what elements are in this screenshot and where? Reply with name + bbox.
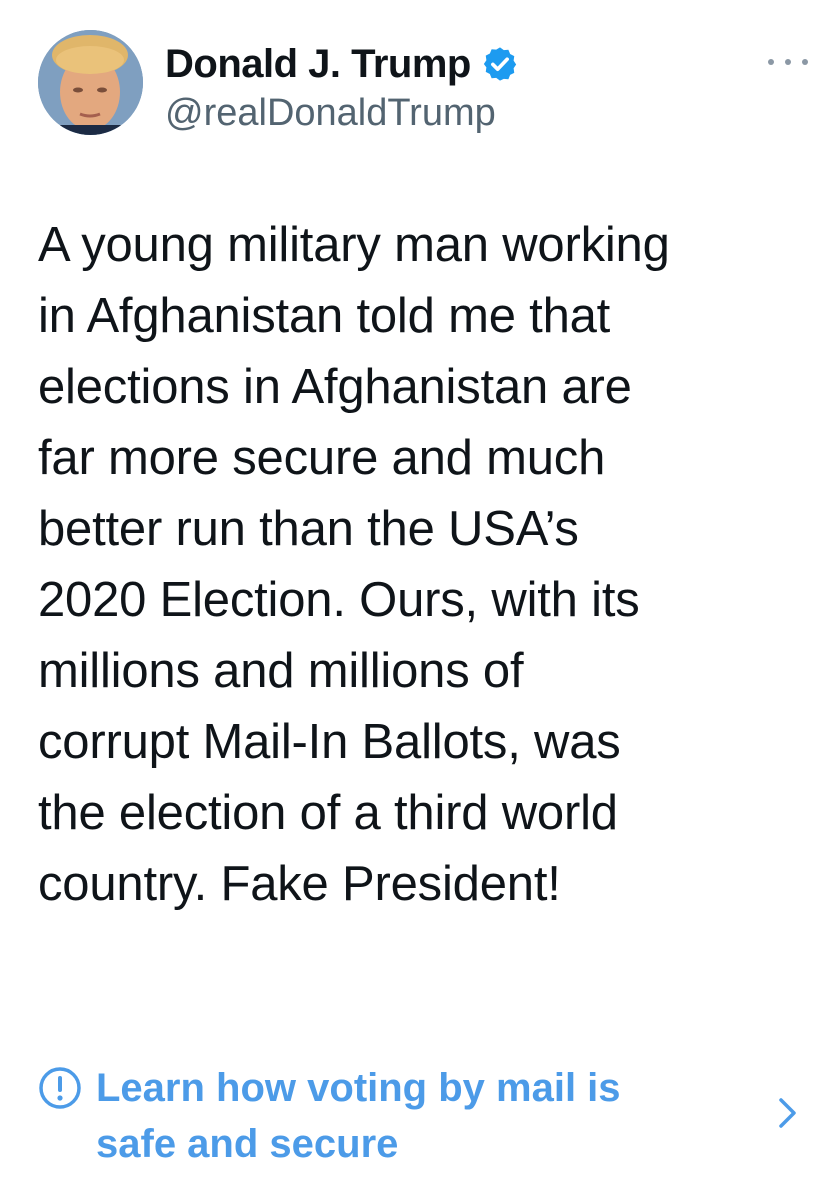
voting-info-notice[interactable]: Learn how voting by mail is safe and sec… (38, 1060, 798, 1172)
user-handle[interactable]: @realDonaldTrump (165, 90, 496, 136)
more-options-icon[interactable] (768, 52, 808, 72)
avatar-image (38, 30, 143, 135)
voting-info-link[interactable]: Learn how voting by mail is safe and sec… (96, 1060, 716, 1172)
display-name[interactable]: Donald J. Trump (165, 40, 471, 88)
more-dot (768, 59, 774, 65)
exclamation-circle-icon (38, 1066, 82, 1110)
more-dot (802, 59, 808, 65)
tweet-header: Donald J. Trump @realDonaldTrump (38, 30, 808, 140)
tweet-card: Donald J. Trump @realDonaldTrump A young… (0, 0, 827, 1200)
verified-badge-icon (481, 45, 519, 83)
name-row: Donald J. Trump (165, 38, 519, 90)
tweet-text: A young military man working in Afghanis… (38, 218, 670, 911)
more-dot (785, 59, 791, 65)
chevron-right-icon[interactable] (773, 1092, 801, 1134)
avatar[interactable] (38, 30, 143, 135)
